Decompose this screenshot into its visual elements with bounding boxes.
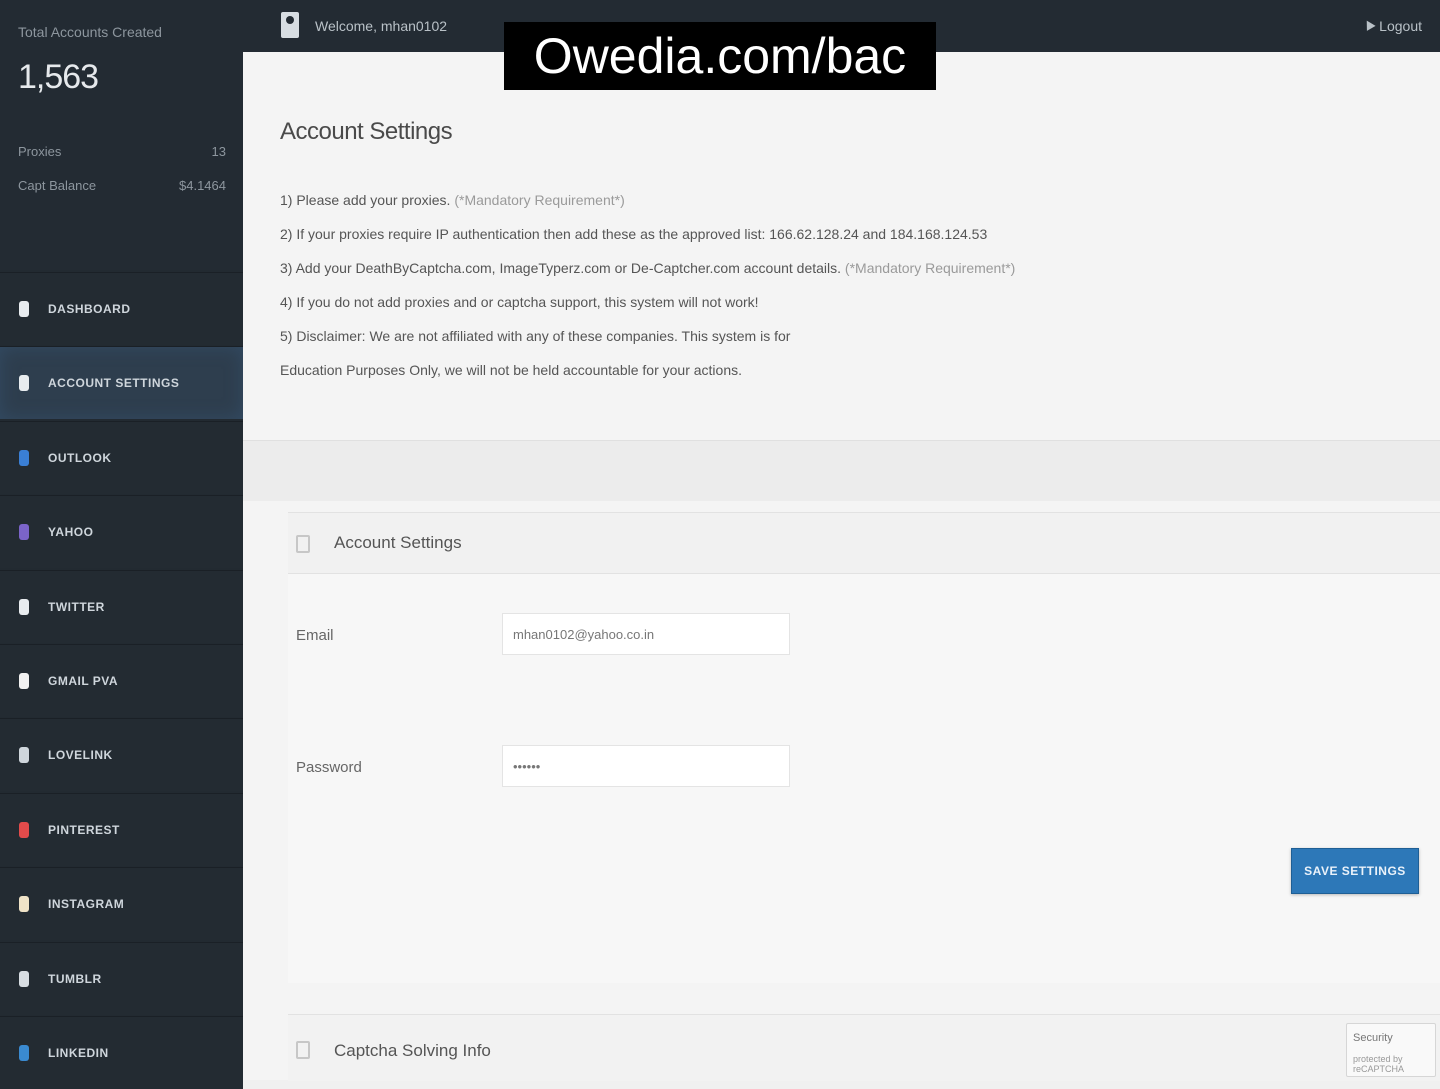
sidebar-item-account-settings[interactable]: ACCOUNT SETTINGS (0, 346, 243, 419)
sidebar-item-label: OUTLOOK (48, 451, 112, 465)
instruction-text: 1) Please add your proxies. (280, 192, 451, 208)
panel-title: Account Settings (334, 533, 462, 552)
sidebar-item-gmail-pva[interactable]: GMAIL PVA (0, 644, 243, 717)
user-icon (281, 12, 299, 38)
sidebar-item-label: INSTAGRAM (48, 897, 125, 911)
sidebar-item-label: GMAIL PVA (48, 674, 119, 688)
sidebar-item-instagram[interactable]: INSTAGRAM (0, 867, 243, 940)
email-field[interactable] (502, 613, 790, 655)
captcha-balance-stat: Capt Balance $4.1464 (18, 178, 226, 193)
captcha-panel-title: Captcha Solving Info (334, 1041, 491, 1060)
twitter-icon (16, 597, 32, 617)
logout-link[interactable]: Logout (1379, 18, 1422, 34)
sidebar-item-label: LINKEDIN (48, 1046, 109, 1060)
page-title: Account Settings (280, 118, 453, 145)
sidebar-item-label: TWITTER (48, 600, 105, 614)
home-icon (16, 299, 32, 319)
linkedin-icon (16, 1043, 32, 1063)
sidebar-item-label: YAHOO (48, 525, 94, 539)
recaptcha-title: Security (1353, 1032, 1393, 1044)
instruction-2: 2) If your proxies require IP authentica… (280, 226, 987, 242)
sidebar-item-twitter[interactable]: TWITTER (0, 570, 243, 643)
instruction-note: (*Mandatory Requirement*) (450, 192, 625, 208)
sidebar-item-label: ACCOUNT SETTINGS (48, 376, 180, 390)
captcha-panel-icon (296, 1041, 310, 1059)
recaptcha-badge[interactable]: Security protected by reCAPTCHA (1346, 1023, 1436, 1077)
total-accounts-value: 1,563 (18, 58, 99, 96)
sidebar-item-lovelink[interactable]: LOVELINK (0, 718, 243, 791)
instruction-note: (*Mandatory Requirement*) (841, 260, 1016, 276)
proxies-stat: Proxies 13 (18, 144, 226, 159)
instruction-3: 3) Add your DeathByCaptcha.com, ImageTyp… (280, 260, 1015, 276)
sidebar-item-label: LOVELINK (48, 748, 113, 762)
sidebar: Total Accounts Created 1,563 Proxies 13 … (0, 0, 243, 1089)
pinterest-icon (16, 820, 32, 840)
instruction-6: Education Purposes Only, we will not be … (280, 362, 742, 378)
instruction-text: 4) If you do not add proxies and or capt… (280, 294, 759, 310)
instruction-5: 5) Disclaimer: We are not affiliated wit… (280, 328, 790, 344)
settings-panel-icon (296, 535, 310, 553)
proxies-label: Proxies (18, 144, 62, 159)
sidebar-item-dashboard[interactable]: DASHBOARD (0, 272, 243, 345)
instruction-text: 5) Disclaimer: We are not affiliated wit… (280, 328, 791, 344)
yahoo-icon (16, 522, 32, 542)
watermark: Owedia.com/bac (504, 22, 936, 90)
sidebar-item-yahoo[interactable]: YAHOO (0, 495, 243, 568)
tumblr-icon (16, 969, 32, 989)
instruction-text: 2) If your proxies require IP authentica… (280, 226, 988, 242)
sidebar-item-linkedin[interactable]: LINKEDIN (0, 1016, 243, 1089)
save-settings-button[interactable]: SAVE SETTINGS (1291, 848, 1419, 894)
main-content: Account Settings 1) Please add your prox… (243, 52, 1440, 1081)
email-row: Email (288, 575, 1440, 695)
logout-icon[interactable] (1362, 18, 1376, 31)
password-row: Password (288, 709, 1440, 829)
panel-header: Account Settings (288, 513, 1440, 574)
password-label: Password (296, 759, 362, 776)
gear-icon (16, 373, 32, 393)
captcha-balance-value: $4.1464 (179, 178, 226, 193)
account-settings-panel: Account Settings Email Password (288, 512, 1440, 983)
sidebar-item-pinterest[interactable]: PINTEREST (0, 793, 243, 866)
password-field[interactable] (502, 745, 790, 787)
sidebar-item-label: DASHBOARD (48, 302, 131, 316)
sidebar-item-tumblr[interactable]: TUMBLR (0, 942, 243, 1015)
captcha-info-panel: Captcha Solving Info Security protected … (288, 1014, 1440, 1081)
lovelink-icon (16, 745, 32, 765)
total-accounts-label: Total Accounts Created (18, 24, 162, 40)
captcha-balance-label: Capt Balance (18, 178, 97, 193)
section-divider (243, 440, 1440, 501)
sidebar-item-label: PINTEREST (48, 823, 120, 837)
stats-panel: Total Accounts Created 1,563 Proxies 13 … (0, 0, 243, 270)
instruction-text: Education Purposes Only, we will not be … (280, 362, 742, 378)
sidebar-item-label: TUMBLR (48, 972, 102, 986)
email-label: Email (296, 627, 334, 644)
instruction-text: 3) Add your DeathByCaptcha.com, ImageTyp… (280, 260, 842, 276)
sidebar-item-outlook[interactable]: OUTLOOK (0, 421, 243, 494)
instruction-1: 1) Please add your proxies. (*Mandatory … (280, 192, 625, 208)
instagram-icon (16, 894, 32, 914)
proxies-value: 13 (211, 144, 226, 159)
welcome-text: Welcome, mhan0102 (315, 18, 448, 34)
gmail-icon (16, 671, 32, 691)
instruction-4: 4) If you do not add proxies and or capt… (280, 294, 759, 310)
recaptcha-subtitle: protected by reCAPTCHA (1353, 1054, 1405, 1074)
outlook-icon (16, 448, 32, 468)
